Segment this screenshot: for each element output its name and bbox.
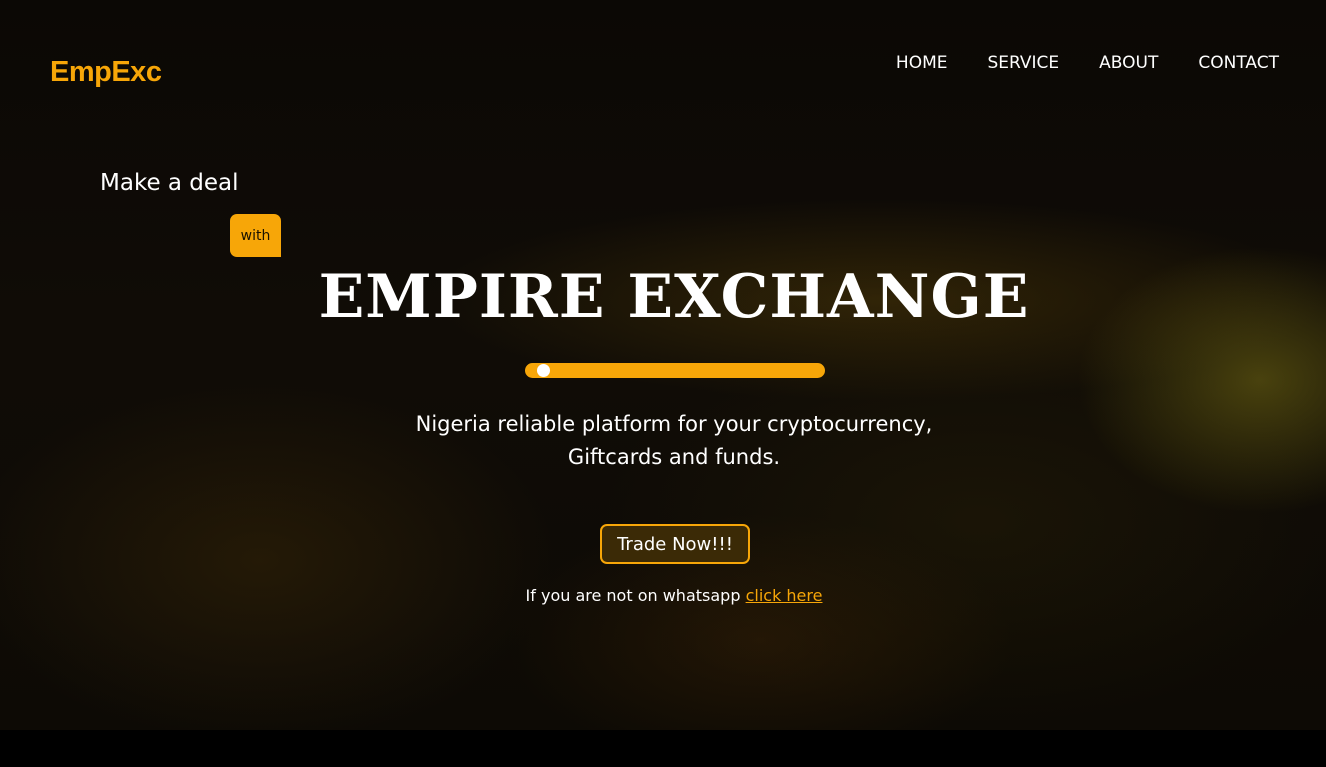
whatsapp-note-text: If you are not on whatsapp (525, 586, 741, 605)
with-badge: with (230, 214, 281, 257)
click-here-link[interactable]: click here (746, 586, 823, 605)
whatsapp-note: If you are not on whatsapp click here (0, 586, 1326, 605)
nav-contact[interactable]: CONTACT (1198, 53, 1279, 73)
hero-tagline: Make a deal (100, 170, 239, 196)
hero-subtitle-line1: Nigeria reliable platform for your crypt… (415, 412, 933, 436)
hero-subtitle-line2: Giftcards and funds. (567, 445, 781, 469)
nav-about[interactable]: ABOUT (1099, 53, 1158, 73)
hero-headline: EMPIRE EXCHANGE (318, 262, 1030, 332)
slider-knob[interactable] (537, 364, 551, 377)
slider-track[interactable] (525, 363, 825, 378)
trade-now-button[interactable]: Trade Now!!! (600, 524, 750, 564)
hero-subtitle: Nigeria reliable platform for your crypt… (0, 408, 1326, 474)
bottom-strip (0, 730, 1326, 767)
hero-section: EmpExc HOME SERVICE ABOUT CONTACT Make a… (0, 0, 1326, 730)
nav-home[interactable]: HOME (896, 53, 948, 73)
main-nav: HOME SERVICE ABOUT CONTACT (896, 53, 1279, 73)
nav-service[interactable]: SERVICE (988, 53, 1060, 73)
brand-logo[interactable]: EmpExc (50, 56, 162, 89)
